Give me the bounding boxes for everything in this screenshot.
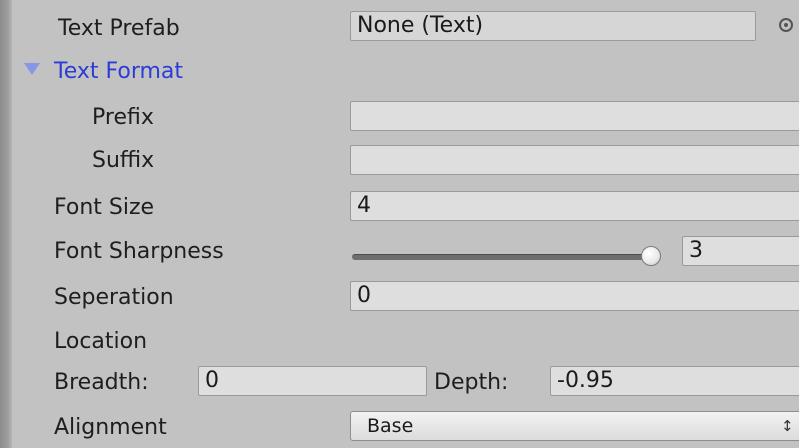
font-sharpness-slider-track[interactable] (352, 254, 657, 260)
alignment-label: Alignment (54, 415, 167, 440)
font-sharpness-label: Font Sharpness (54, 239, 224, 264)
seperation-input[interactable]: 0 (350, 281, 799, 311)
breadth-input[interactable]: 0 (198, 366, 427, 396)
location-label: Location (54, 329, 148, 354)
foldout-expanded-icon[interactable] (24, 63, 40, 75)
text-prefab-object-field[interactable]: None (Text) (350, 11, 756, 41)
text-format-foldout[interactable]: Text Format (54, 57, 183, 87)
suffix-label: Suffix (92, 148, 155, 173)
panel-left-edge (0, 0, 12, 448)
font-sharpness-slider-thumb[interactable] (640, 246, 661, 266)
text-prefab-label: Text Prefab (58, 16, 180, 41)
font-sharpness-input[interactable]: 3 (682, 236, 799, 266)
alignment-dropdown[interactable]: Base (350, 411, 799, 441)
prefix-label: Prefix (92, 105, 154, 130)
depth-label: Depth: (434, 370, 509, 395)
font-size-input[interactable]: 4 (350, 191, 799, 221)
seperation-label: Seperation (54, 285, 174, 310)
suffix-input[interactable] (350, 145, 799, 175)
breadth-label: Breadth: (54, 370, 149, 395)
prefix-input[interactable] (350, 101, 799, 131)
depth-input[interactable]: -0.95 (550, 366, 799, 396)
object-picker-icon[interactable] (779, 18, 793, 32)
font-size-label: Font Size (54, 195, 155, 220)
dropdown-arrows-icon: ↕ (781, 417, 794, 435)
